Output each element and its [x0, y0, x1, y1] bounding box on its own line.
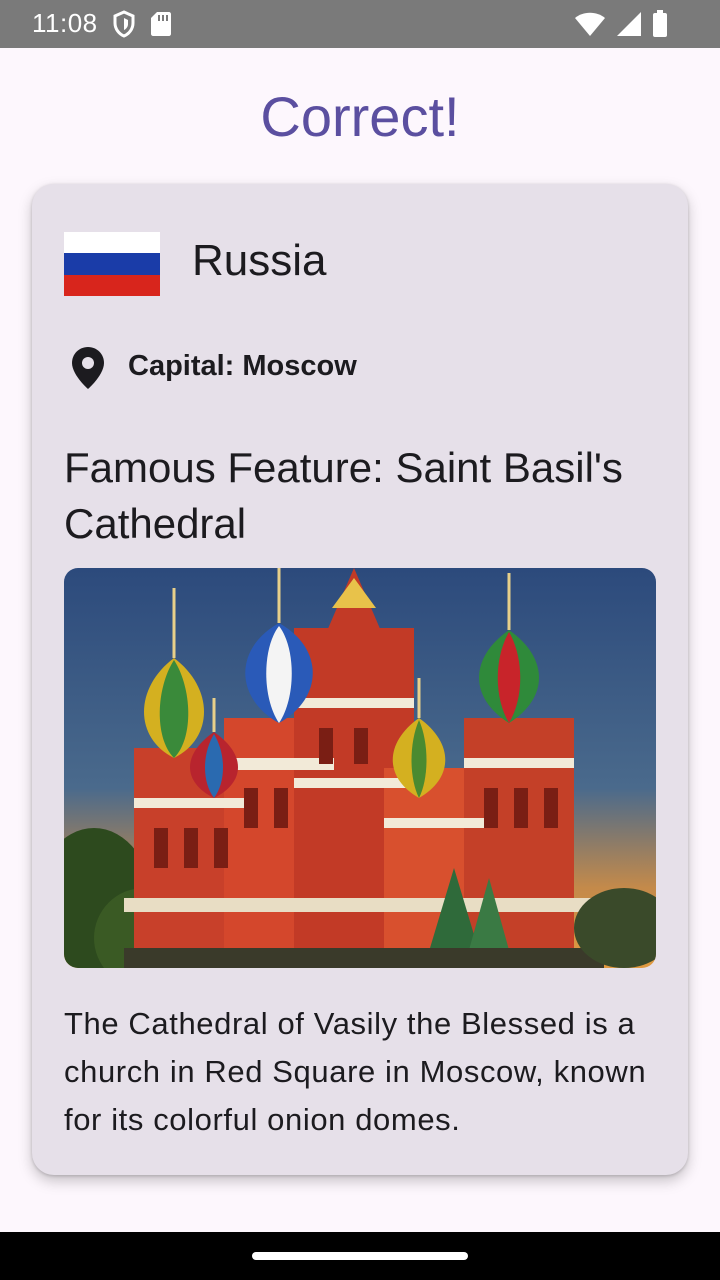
status-time: 11:08: [32, 8, 98, 38]
russia-flag-icon: [64, 232, 160, 296]
home-gesture-handle[interactable]: [252, 1252, 468, 1260]
result-title: Correct!: [260, 85, 460, 148]
flag-stripe-red: [64, 274, 160, 296]
cellular-signal-icon: [617, 12, 641, 36]
feature-description: The Cathedral of Vasily the Blessed is a…: [64, 1006, 647, 1137]
location-pin-icon: [72, 347, 104, 389]
feature-title: Famous Feature: Saint Basil's Cathedral: [64, 444, 623, 547]
status-left-icons: [112, 10, 172, 38]
status-bar: 11:08: [0, 0, 720, 48]
shield-icon: [113, 10, 135, 38]
capital-label: Capital: Moscow: [128, 350, 357, 382]
country-name: Russia: [192, 236, 327, 285]
flag-stripe-white: [64, 232, 160, 254]
status-right-icons: [574, 10, 668, 38]
cathedral-image: [64, 568, 656, 968]
navigation-bar: [0, 1232, 720, 1280]
sd-card-icon: [151, 12, 171, 36]
wifi-icon: [575, 12, 605, 36]
country-card: Russia Capital: Moscow Famous Feature: S…: [32, 184, 688, 1175]
flag-stripe-blue: [64, 253, 160, 275]
battery-icon: [653, 10, 667, 37]
